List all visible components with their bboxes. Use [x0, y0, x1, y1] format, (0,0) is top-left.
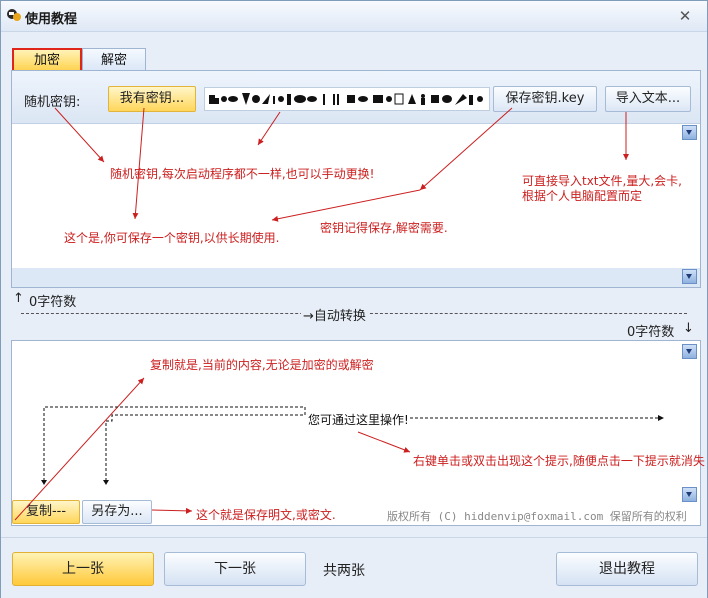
- scroll-down-icon[interactable]: [682, 269, 697, 284]
- next-button[interactable]: 下一张: [164, 552, 306, 586]
- bottom-navigation: 上一张 下一张 共两张 退出教程: [1, 537, 707, 598]
- page-info: 共两张: [323, 563, 365, 579]
- save-key-annotation: 密钥记得保存,解密需要.: [320, 221, 448, 235]
- copy-button[interactable]: 复制---: [12, 500, 80, 524]
- save-as-annotation: 这个就是保存明文,或密文.: [196, 508, 336, 522]
- have-key-button[interactable]: 我有密钥...: [108, 86, 196, 112]
- auto-convert-label: →自动转换: [301, 305, 368, 324]
- output-scroll-down-icon[interactable]: [682, 487, 697, 502]
- copy-annotation: 复制就是,当前的内容,无论是加密的或解密: [150, 358, 374, 372]
- random-key-glyphs: [209, 93, 483, 105]
- encrypt-toolbar: 随机密钥: 我有密钥... 保存密钥.key 导入文本...: [12, 71, 700, 123]
- app-icon: [7, 9, 21, 21]
- save-key-button[interactable]: 保存密钥.key: [493, 86, 597, 112]
- close-icon: ✕: [678, 7, 692, 25]
- down-arrow-icon: ↓: [683, 321, 694, 336]
- scroll-up-icon[interactable]: [682, 125, 697, 140]
- random-key-annotation: 随机密钥,每次启动程序都不一样,也可以手动更换!: [110, 167, 375, 181]
- tab-decrypt[interactable]: 解密: [82, 48, 146, 72]
- save-as-button[interactable]: 另存为...: [82, 500, 152, 524]
- exit-tutorial-button[interactable]: 退出教程: [556, 552, 698, 586]
- output-char-count: 0字符数: [627, 325, 675, 340]
- input-char-count: 0字符数: [29, 295, 77, 310]
- context-hint: 您可通过这里操作!: [308, 411, 409, 428]
- tutorial-window: 使用教程 ✕ 加密 解密 随机密钥: 我有密钥... 保存密钥.key 导入文本…: [0, 0, 708, 598]
- right-click-annotation: 右键单击或双击出现这个提示,随便点击一下提示就消失: [413, 454, 705, 468]
- import-text-button[interactable]: 导入文本...: [605, 86, 691, 112]
- title-bar: 使用教程 ✕: [1, 1, 707, 32]
- output-scroll-up-icon[interactable]: [682, 344, 697, 359]
- prev-button[interactable]: 上一张: [12, 552, 154, 586]
- up-arrow-icon: ↑: [13, 291, 24, 306]
- have-key-annotation: 这个是,你可保存一个密钥,以供长期使用.: [64, 231, 280, 245]
- window-title: 使用教程: [25, 12, 78, 27]
- random-key-label: 随机密钥:: [24, 95, 81, 110]
- copyright-text: 版权所有 (C) hiddenvip@foxmail.com 保留所有的权利: [387, 510, 687, 523]
- close-button[interactable]: ✕: [675, 6, 695, 26]
- random-key-display[interactable]: [204, 87, 490, 111]
- import-annotation-line2: 根据个人电脑配置而定: [522, 189, 643, 203]
